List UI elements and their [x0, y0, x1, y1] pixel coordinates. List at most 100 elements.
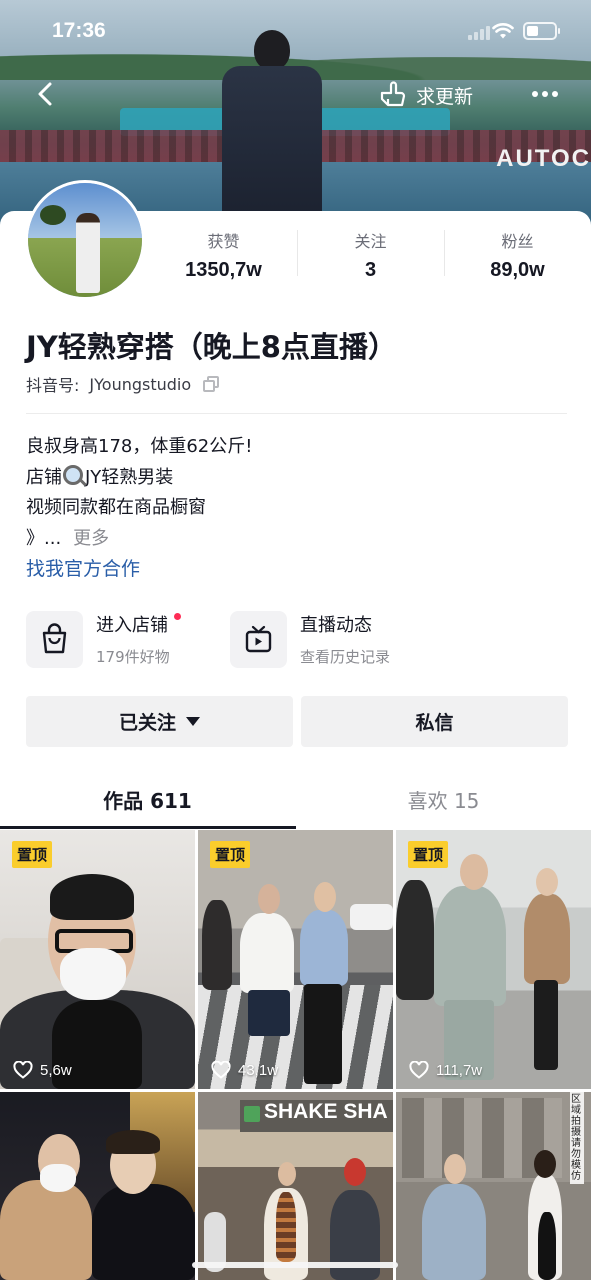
tile-face	[278, 1162, 296, 1186]
message-button[interactable]: 私信	[301, 696, 568, 747]
back-button[interactable]	[30, 78, 62, 110]
heart-icon	[211, 1061, 231, 1079]
stat-following[interactable]: 关注 3	[297, 226, 444, 286]
video-tile[interactable]: 置顶 5,6w	[0, 830, 195, 1089]
tile-coat	[0, 1180, 92, 1280]
tile-sweater	[276, 1192, 296, 1262]
shake-shack-logo-icon	[244, 1106, 260, 1122]
video-tile[interactable]: 置顶 111,7w	[396, 830, 591, 1089]
divider	[26, 413, 567, 414]
profile-tabs: 作品 611 喜欢 15	[0, 770, 591, 830]
tile-coat	[422, 1184, 486, 1280]
stat-following-label: 关注	[354, 232, 387, 251]
cellular-signal-icon	[468, 24, 490, 40]
notification-dot	[173, 613, 181, 620]
tile-passerby	[396, 880, 434, 1000]
enter-shop-entry[interactable]: 进入店铺 179件好物	[26, 610, 181, 668]
caret-down-icon	[186, 717, 200, 726]
request-update-button[interactable]: 求更新	[378, 78, 473, 112]
status-time: 17:36	[52, 19, 106, 42]
video-tile[interactable]	[0, 1092, 195, 1280]
live-history-title: 直播动态	[300, 615, 372, 636]
tile-mask	[60, 948, 126, 1000]
stat-following-value: 3	[364, 259, 377, 281]
live-history-subtitle: 查看历史记录	[300, 648, 391, 666]
message-label: 私信	[415, 712, 454, 734]
tile-store-sign-text: SHAKE SHA	[264, 1100, 388, 1123]
tile-coat	[524, 894, 570, 984]
tile-shirt	[300, 910, 348, 986]
tab-likes[interactable]: 喜欢 15	[296, 770, 591, 828]
enter-shop-title: 进入店铺	[96, 615, 168, 636]
pinned-badge: 置顶	[210, 841, 251, 868]
magnifier-icon	[63, 464, 83, 485]
video-tile[interactable]: 置顶 43,1w	[198, 830, 393, 1089]
stat-likes[interactable]: 获赞 1350,7w	[150, 226, 297, 286]
stat-followers[interactable]: 粉丝 89,0w	[444, 226, 591, 286]
douyin-id-label: 抖音号:	[26, 376, 80, 395]
live-tv-icon	[230, 610, 287, 668]
tile-face	[536, 868, 558, 896]
bio-line: 店铺 JY轻熟男装	[26, 463, 252, 494]
status-bar: 17:36	[0, 0, 591, 64]
profile-stats: 获赞 1350,7w 关注 3 粉丝 89,0w	[150, 226, 591, 286]
bio-text: 》...	[26, 527, 62, 549]
live-history-entry[interactable]: 直播动态 查看历史记录	[230, 610, 390, 668]
more-options-button[interactable]	[530, 80, 560, 108]
tile-likes: 43,1w	[211, 1061, 278, 1079]
video-tile[interactable]: SHAKE SHA	[198, 1092, 393, 1280]
tile-car	[350, 904, 393, 930]
home-indicator[interactable]	[192, 1262, 398, 1268]
video-tile[interactable]: 区域拍摄请勿模仿	[396, 1092, 591, 1280]
tile-pants	[534, 980, 558, 1070]
tile-likes-count: 43,1w	[238, 1061, 279, 1079]
tile-hair	[50, 874, 134, 920]
profile-bio[interactable]: 良叔身高178，体重62公斤! 店铺 JY轻熟男装 视频同款都在商品橱窗 》...…	[26, 432, 252, 554]
avatar[interactable]	[25, 180, 145, 300]
copy-icon[interactable]	[203, 376, 220, 392]
bio-more-link[interactable]: 更多	[73, 528, 109, 549]
pinned-badge: 置顶	[408, 841, 449, 868]
chevron-left-icon	[38, 82, 52, 106]
douyin-id-value: JYoungstudio	[89, 374, 192, 394]
tile-likes: 5,6w	[13, 1061, 72, 1079]
bio-line: 视频同款都在商品橱窗	[26, 497, 206, 518]
more-dots-icon	[532, 91, 558, 97]
tile-mask	[40, 1164, 76, 1192]
tile-likes-count: 111,7w	[436, 1061, 483, 1079]
tile-face	[314, 882, 336, 912]
stat-followers-value: 89,0w	[490, 259, 545, 281]
profile-entries: 进入店铺 179件好物 直播动态 查看历史记录	[26, 610, 567, 670]
pinned-badge: 置顶	[12, 841, 53, 868]
tile-suit	[434, 886, 506, 1006]
tile-passerby	[202, 900, 232, 990]
tile-hair	[106, 1130, 160, 1154]
following-button[interactable]: 已关注	[26, 696, 293, 747]
shopping-bag-icon	[26, 610, 83, 668]
tab-works[interactable]: 作品 611	[0, 770, 295, 828]
cover-sign-text: AUTOC	[496, 145, 591, 172]
active-tab-indicator	[0, 826, 296, 829]
douyin-id-row: 抖音号: JYoungstudio	[26, 372, 220, 396]
tile-shirt	[240, 913, 294, 993]
following-label: 已关注	[118, 712, 176, 734]
tile-face	[444, 1154, 466, 1184]
tile-face	[460, 854, 488, 890]
tile-shorts	[248, 990, 290, 1036]
tile-side-caption: 区域拍摄请勿模仿	[570, 1092, 584, 1184]
tile-hair	[534, 1150, 556, 1178]
bio-text: 店铺	[26, 466, 62, 488]
tile-dress	[538, 1212, 556, 1280]
stat-likes-label: 获赞	[207, 232, 240, 251]
tile-pants	[304, 984, 342, 1084]
official-cooperation-link[interactable]: 找我官方合作	[26, 554, 140, 581]
pointing-hand-icon	[380, 81, 406, 107]
tile-coat	[92, 1184, 195, 1280]
tile-hair	[344, 1158, 366, 1186]
action-buttons: 已关注 私信	[26, 696, 568, 748]
tile-likes-count: 5,6w	[40, 1061, 72, 1079]
heart-icon	[13, 1061, 33, 1079]
wifi-icon	[492, 23, 514, 39]
bio-text: JY轻熟男装	[85, 466, 174, 488]
stat-likes-value: 1350,7w	[185, 259, 262, 281]
